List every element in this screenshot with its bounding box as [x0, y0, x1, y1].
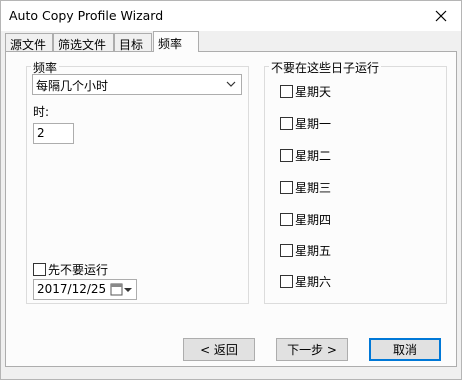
back-button-label: < 返回	[200, 343, 238, 357]
close-icon	[435, 10, 447, 22]
tab-filter-files[interactable]: 筛选文件	[53, 33, 114, 52]
close-button[interactable]	[421, 1, 461, 31]
skip-days-group: 不要在这些日子运行 星期天 星期一 星期二 星期三 星期四 星期五 星期六	[264, 59, 447, 304]
checkbox-box[interactable]	[280, 244, 293, 257]
day-checkbox-saturday[interactable]: 星期六	[280, 273, 331, 290]
frequency-select[interactable]: 每隔几个小时	[32, 74, 242, 95]
tab-source-files[interactable]: 源文件	[5, 33, 53, 52]
hours-label: 时:	[33, 105, 50, 119]
checkbox-box[interactable]	[33, 263, 46, 276]
tab-label: 频率	[158, 37, 183, 51]
checkbox-box[interactable]	[280, 117, 293, 130]
checkbox-box[interactable]	[280, 181, 293, 194]
tab-label: 目标	[119, 38, 144, 52]
day-checkbox-friday[interactable]: 星期五	[280, 242, 331, 259]
cancel-button-label: 取消	[392, 343, 417, 357]
hours-value: 2	[37, 126, 45, 140]
tab-strip: 源文件 筛选文件 目标 频率	[5, 31, 457, 52]
checkbox-box[interactable]	[280, 213, 293, 226]
day-checkbox-monday[interactable]: 星期一	[280, 115, 331, 132]
tab-label: 源文件	[10, 38, 47, 52]
day-label: 星期六	[295, 275, 332, 289]
checkbox-box[interactable]	[280, 149, 293, 162]
day-label: 星期三	[295, 181, 332, 195]
calendar-dropdown-icon[interactable]	[110, 283, 132, 296]
frequency-group: 频率 每隔几个小时 时: 2 先不要运行 2017/12/25	[26, 59, 249, 304]
dont-run-yet-label: 先不要运行	[48, 263, 109, 277]
next-button[interactable]: 下一步 >	[276, 338, 348, 361]
next-button-label: 下一步 >	[287, 343, 337, 357]
day-label: 星期一	[295, 117, 332, 131]
day-label: 星期四	[295, 213, 332, 227]
day-checkbox-thursday[interactable]: 星期四	[280, 211, 331, 228]
tab-frequency[interactable]: 频率	[153, 31, 199, 52]
frequency-select-value: 每隔几个小时	[36, 79, 109, 93]
checkbox-box[interactable]	[280, 275, 293, 288]
day-checkbox-tuesday[interactable]: 星期二	[280, 147, 331, 164]
wizard-window: Auto Copy Profile Wizard 源文件 筛选文件 目标 频率 …	[0, 0, 462, 380]
date-value: 2017/12/25	[37, 282, 107, 296]
day-label: 星期五	[295, 244, 332, 258]
start-date-picker[interactable]: 2017/12/25	[33, 279, 137, 300]
dont-run-yet-checkbox[interactable]: 先不要运行	[33, 261, 108, 278]
day-label: 星期天	[295, 85, 332, 99]
back-button[interactable]: < 返回	[183, 338, 255, 361]
tab-label: 筛选文件	[58, 38, 107, 52]
day-label: 星期二	[295, 149, 332, 163]
skip-days-group-label: 不要在这些日子运行	[269, 59, 382, 76]
cancel-button[interactable]: 取消	[369, 338, 441, 361]
day-checkbox-sunday[interactable]: 星期天	[280, 83, 331, 100]
title-bar: Auto Copy Profile Wizard	[1, 1, 461, 31]
day-checkbox-wednesday[interactable]: 星期三	[280, 179, 331, 196]
chevron-down-icon	[226, 81, 236, 87]
tab-destination[interactable]: 目标	[114, 33, 152, 52]
frequency-panel: 频率 每隔几个小时 时: 2 先不要运行 2017/12/25 不要在这些日子运…	[5, 51, 457, 367]
hours-input[interactable]: 2	[33, 123, 74, 144]
window-title: Auto Copy Profile Wizard	[9, 8, 164, 23]
checkbox-box[interactable]	[280, 85, 293, 98]
